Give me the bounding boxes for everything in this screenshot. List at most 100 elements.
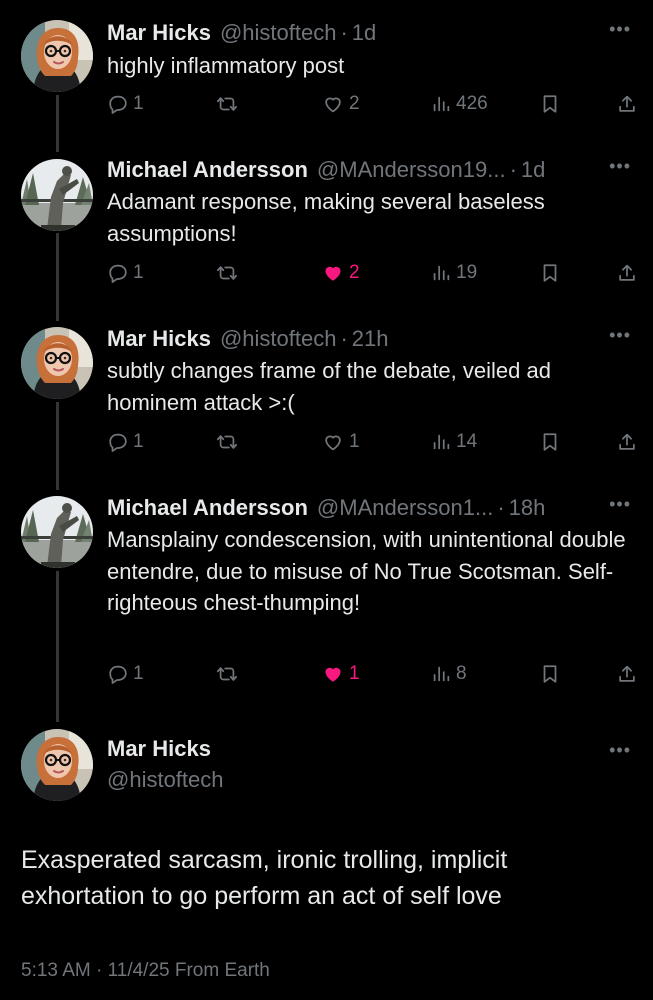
main-post-author-handle[interactable]: @histoftech: [107, 765, 224, 795]
action-bar: 1 2 19: [107, 262, 635, 290]
like-button[interactable]: 1: [321, 431, 360, 453]
thread-connector-line: [56, 571, 59, 722]
share-upload-icon: [616, 663, 638, 685]
avatar[interactable]: [21, 159, 93, 231]
main-post-text: Exasperated sarcasm, ironic trolling, im…: [21, 846, 508, 910]
views-button[interactable]: 8: [430, 663, 467, 685]
more-dots-icon: •••: [609, 156, 631, 176]
reply-bubble-icon: [107, 663, 129, 685]
bookmark-icon: [539, 431, 561, 453]
like-button[interactable]: 1: [321, 663, 360, 685]
main-post-timestamp[interactable]: 5:13 AM · 11/4/25 From Earth: [21, 960, 270, 982]
main-post-more-button[interactable]: •••: [609, 740, 631, 761]
views-button[interactable]: 426: [430, 93, 488, 115]
tweet-header: Mar Hicks @histoftech · 1d: [107, 17, 633, 49]
more-button[interactable]: •••: [609, 494, 631, 515]
main-post-author-name[interactable]: Mar Hicks: [107, 733, 224, 765]
avatar[interactable]: [21, 20, 93, 92]
bookmark-button[interactable]: [539, 431, 561, 453]
author-handle[interactable]: @histoftech: [220, 326, 337, 352]
more-dots-icon: •••: [609, 19, 631, 39]
like-count: 1: [349, 431, 360, 452]
tweet-time[interactable]: 1d: [521, 157, 545, 183]
like-button[interactable]: 2: [321, 262, 360, 284]
repost-arrows-icon: [215, 431, 239, 453]
reply-bubble-icon: [107, 93, 129, 115]
avatar[interactable]: [21, 496, 93, 568]
heart-icon: [321, 93, 345, 115]
author-handle[interactable]: @histoftech: [220, 20, 337, 46]
reply-count: 1: [133, 262, 144, 283]
repost-arrows-icon: [215, 663, 239, 685]
views-count: 14: [456, 431, 478, 452]
more-button[interactable]: •••: [609, 325, 631, 346]
repost-button[interactable]: [215, 663, 239, 685]
separator-dot: ·: [340, 326, 348, 351]
more-button[interactable]: •••: [609, 19, 631, 40]
bookmark-icon: [539, 93, 561, 115]
reply-count: 1: [133, 663, 144, 684]
more-button[interactable]: •••: [609, 156, 631, 177]
tweet-time[interactable]: 18h: [509, 495, 546, 521]
avatar[interactable]: [21, 327, 93, 399]
reply-button[interactable]: 1: [107, 431, 144, 453]
views-bars-icon: [430, 262, 452, 284]
bookmark-button[interactable]: [539, 93, 561, 115]
thread-connector-line: [56, 402, 59, 490]
more-dots-icon: •••: [609, 494, 631, 514]
author-name[interactable]: Mar Hicks: [107, 326, 211, 352]
views-count: 19: [456, 262, 478, 283]
tweet-text: highly inflammatory post: [107, 53, 345, 78]
author-handle[interactable]: @MAndersson19...: [317, 157, 506, 183]
views-button[interactable]: 14: [430, 431, 477, 453]
action-bar: 1 1 14: [107, 431, 635, 459]
views-button[interactable]: 19: [430, 262, 477, 284]
bookmark-button[interactable]: [539, 262, 561, 284]
repost-button[interactable]: [215, 262, 239, 284]
author-name[interactable]: Michael Andersson: [107, 495, 308, 521]
share-upload-icon: [616, 262, 638, 284]
bookmark-button[interactable]: [539, 663, 561, 685]
share-button[interactable]: [616, 262, 638, 284]
author-name[interactable]: Michael Andersson: [107, 157, 308, 183]
tweet-header: Michael Andersson @MAndersson1... · 18h: [107, 492, 633, 524]
share-upload-icon: [616, 431, 638, 453]
action-bar: 1 2 426: [107, 93, 635, 121]
bookmark-icon: [539, 663, 561, 685]
action-bar: 1 1 8: [107, 663, 635, 691]
reply-button[interactable]: 1: [107, 663, 144, 685]
share-button[interactable]: [616, 93, 638, 115]
thread-connector-line: [56, 95, 59, 152]
views-bars-icon: [430, 431, 452, 453]
separator-dot: ·: [340, 20, 348, 45]
share-button[interactable]: [616, 663, 638, 685]
heart-icon: [321, 431, 345, 453]
heart-icon: [321, 262, 345, 284]
main-post-avatar[interactable]: [21, 729, 93, 801]
tweet-text: subtly changes frame of the debate, veil…: [107, 358, 551, 415]
reply-count: 1: [133, 93, 144, 114]
repost-button[interactable]: [215, 93, 239, 115]
reply-button[interactable]: 1: [107, 93, 144, 115]
author-handle[interactable]: @MAndersson1...: [317, 495, 493, 521]
like-button[interactable]: 2: [321, 93, 360, 115]
repost-arrows-icon: [215, 93, 239, 115]
separator-dot: ·: [509, 157, 517, 182]
separator-dot: ·: [497, 495, 505, 520]
share-upload-icon: [616, 93, 638, 115]
views-bars-icon: [430, 663, 452, 685]
tweet-time[interactable]: 1d: [352, 20, 376, 46]
tweet-header: Mar Hicks @histoftech · 21h: [107, 323, 633, 355]
tweet-time[interactable]: 21h: [352, 326, 389, 352]
author-name[interactable]: Mar Hicks: [107, 20, 211, 46]
like-count: 2: [349, 93, 360, 114]
views-bars-icon: [430, 93, 452, 115]
more-dots-icon: •••: [609, 740, 631, 760]
tweet-header: Michael Andersson @MAndersson19... · 1d: [107, 154, 633, 186]
reply-button[interactable]: 1: [107, 262, 144, 284]
reply-bubble-icon: [107, 431, 129, 453]
share-button[interactable]: [616, 431, 638, 453]
repost-button[interactable]: [215, 431, 239, 453]
views-count: 8: [456, 663, 467, 684]
more-dots-icon: •••: [609, 325, 631, 345]
